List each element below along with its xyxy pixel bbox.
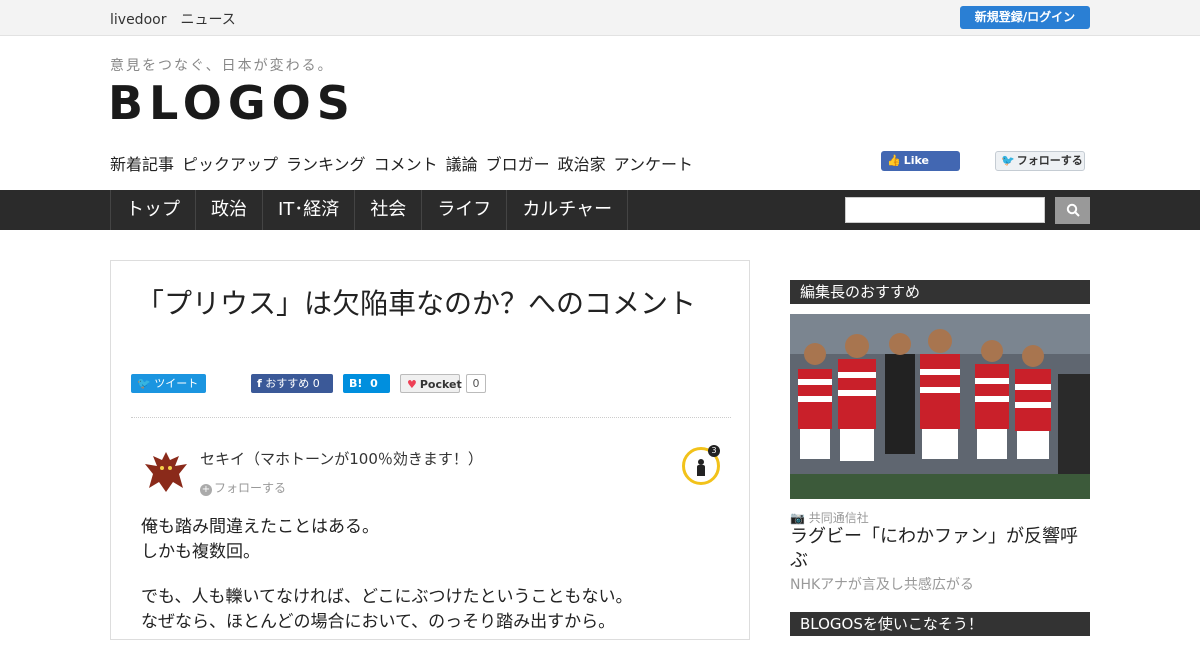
fb-recommend-label: おすすめ [265,377,310,390]
subnav-comments[interactable]: コメント [374,151,438,175]
recommended-article-title[interactable]: ラグビー「にわかファン」が反響呼ぶ [790,525,1090,573]
search-icon [1066,203,1080,217]
camera-icon: 📷 [790,511,805,525]
twitter-follow-label: フォローする [1016,154,1083,167]
twitter-icon: 🐦 [137,377,151,390]
nav-life[interactable]: ライフ [422,190,508,230]
comment-body: 俺も踏み間違えたことはある。 しかも複数回。 でも、人も轢いてなければ、どこにぶ… [141,515,731,655]
comment-line: なぜなら、ほとんどの場合において、のっそり踏み出すから。 [141,612,616,632]
badge-count: 3 [708,445,720,457]
twitter-bird-icon: 🐦 [1001,154,1015,167]
fb-like-count: 132K [887,174,916,187]
hatena-bookmark-button[interactable]: B! 0 [343,374,390,393]
commenter-name[interactable]: セキイ（マホトーンが100％効きます！） [200,448,483,469]
subnav-ranking[interactable]: ランキング [286,151,366,175]
top-bar: livedoor ニュース 新規登録/ログイン [0,0,1200,36]
article-source: 📷 共同通信社 [790,509,869,526]
nav-top[interactable]: トップ [110,190,196,230]
subnav-pickup[interactable]: ピックアップ [182,151,278,175]
sidebar-heading-howto: BLOGOSを使いこなそう！ [790,612,1090,636]
nav-society[interactable]: 社会 [355,190,423,230]
tweet-label: ツイート [154,377,199,390]
source-label: 共同通信社 [808,511,869,525]
livedoor-news-link[interactable]: livedoor ニュース [110,9,236,29]
follow-commenter-link[interactable]: + フォローする [200,479,286,496]
facebook-like-button[interactable]: 👍 Like 132K [881,151,960,187]
fb-recommend-count: 0 [312,377,320,390]
facebook-recommend-button[interactable]: f おすすめ 0 [251,374,333,393]
tweet-button[interactable]: 🐦 ツイート [131,374,206,393]
person-icon-body [697,465,705,476]
nav-culture[interactable]: カルチャー [507,190,629,230]
pocket-label: Pocket [419,378,462,391]
search-button[interactable] [1055,197,1090,224]
register-login-button[interactable]: 新規登録/ログイン [960,6,1090,29]
comment-paragraph: 俺も踏み間違えたことはある。 しかも複数回。 [141,515,731,565]
comment-line: しかも複数回。 [141,542,260,562]
nav-politics[interactable]: 政治 [196,190,263,230]
hatena-count: 0 [370,377,378,390]
sub-navigation: 新着記事 ピックアップ ランキング コメント 議論 ブロガー 政治家 アンケート [110,151,693,175]
fb-like-label: Like [903,154,929,167]
nav-it-economy[interactable]: IT･経済 [263,190,356,230]
recommended-article-subtitle: NHKアナが言及し共感広がる [790,577,974,593]
sidebar-heading-editor-picks: 編集長のおすすめ [790,280,1090,304]
article-card: 「プリウス」は欠陥車なのか？へのコメント 🐦 ツイート f おすすめ 0 B! … [110,260,750,640]
pocket-count: 0 [466,374,486,393]
twitter-follow-button[interactable]: 🐦 フォローする [995,151,1085,171]
comment-line: 俺も踏み間違えたことはある。 [141,517,379,537]
follow-label: フォローする [214,481,287,495]
search-input[interactable] [845,197,1045,223]
thumbs-up-icon: 👍 [887,154,901,167]
site-tagline: 意見をつなぐ、日本が変わる。 [110,58,334,74]
subnav-survey[interactable]: アンケート [614,151,693,175]
comment-paragraph: でも、人も轢いてなければ、どこにぶつけたということもない。 なぜなら、ほとんどの… [141,585,731,635]
avatar[interactable] [141,446,191,496]
article-title: 「プリウス」は欠陥車なのか？へのコメント [136,287,697,320]
hatena-label: B! [349,377,363,390]
subnav-bloggers[interactable]: ブロガー [486,151,550,175]
pocket-icon: ♥ [407,378,417,391]
plus-icon: + [200,484,212,496]
sidebar: 編集長のおすすめ 📷 共同通信社 ラグビー「にわかファン」が反響呼ぶ NHKアナ… [790,280,1090,636]
pocket-button[interactable]: ♥ Pocket [400,374,462,393]
comment-line: でも、人も轢いてなければ、どこにぶつけたということもない。 [141,587,633,607]
subnav-debate[interactable]: 議論 [446,151,478,175]
divider [131,417,731,418]
subnav-politicians[interactable]: 政治家 [558,151,606,175]
rugby-team-photo[interactable] [790,314,1090,499]
site-logo[interactable]: BLOGOS [108,76,356,130]
subnav-new-articles[interactable]: 新着記事 [110,151,174,175]
facebook-icon: f [257,377,262,390]
user-rank-badge: 3 [682,445,720,485]
